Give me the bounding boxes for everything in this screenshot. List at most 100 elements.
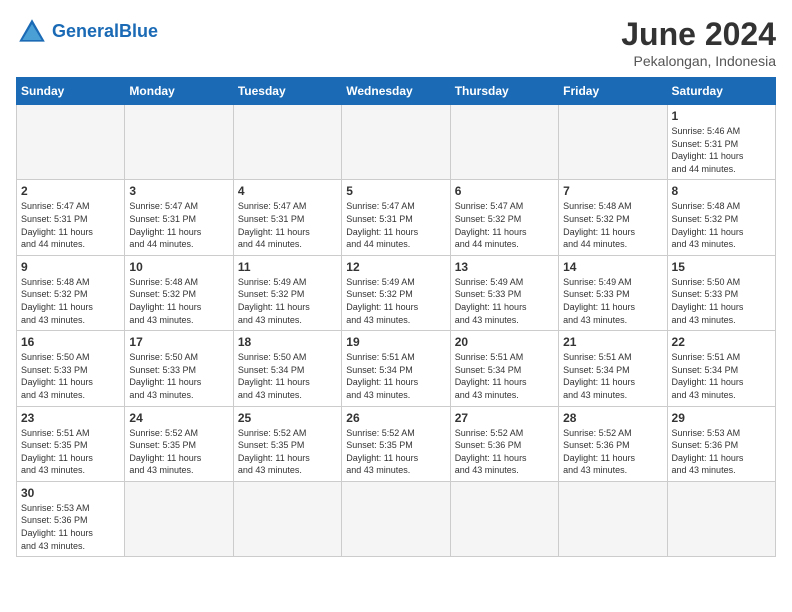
- day-number: 6: [455, 184, 554, 198]
- calendar-cell: [125, 481, 233, 556]
- weekday-row: SundayMondayTuesdayWednesdayThursdayFrid…: [17, 78, 776, 105]
- day-info: Sunrise: 5:48 AM Sunset: 5:32 PM Dayligh…: [563, 200, 662, 250]
- calendar-cell: [233, 481, 341, 556]
- week-row: 9 Sunrise: 5:48 AM Sunset: 5:32 PM Daylig…: [17, 255, 776, 330]
- calendar-cell: 14 Sunrise: 5:49 AM Sunset: 5:33 PM Dayli…: [559, 255, 667, 330]
- calendar-cell: [17, 105, 125, 180]
- calendar-cell: 22 Sunrise: 5:51 AM Sunset: 5:34 PM Dayli…: [667, 331, 775, 406]
- calendar-cell: 8Sunrise: 5:48 AM Sunset: 5:32 PM Daylig…: [667, 180, 775, 255]
- week-row: 16 Sunrise: 5:50 AM Sunset: 5:33 PM Dayli…: [17, 331, 776, 406]
- day-number: 13: [455, 260, 554, 274]
- calendar-cell: 23 Sunrise: 5:51 AM Sunset: 5:35 PM Dayli…: [17, 406, 125, 481]
- day-info: Sunrise: 5:51 AM Sunset: 5:34 PM Dayligh…: [672, 351, 771, 401]
- day-info: Sunrise: 5:47 AM Sunset: 5:31 PM Dayligh…: [21, 200, 120, 250]
- day-number: 16: [21, 335, 120, 349]
- day-info: Sunrise: 5:47 AM Sunset: 5:32 PM Dayligh…: [455, 200, 554, 250]
- day-number: 9: [21, 260, 120, 274]
- logo-blue: Blue: [119, 21, 158, 41]
- calendar-cell: 3Sunrise: 5:47 AM Sunset: 5:31 PM Daylig…: [125, 180, 233, 255]
- day-info: Sunrise: 5:49 AM Sunset: 5:32 PM Dayligh…: [238, 276, 337, 326]
- weekday-header: Tuesday: [233, 78, 341, 105]
- day-info: Sunrise: 5:52 AM Sunset: 5:35 PM Dayligh…: [238, 427, 337, 477]
- day-info: Sunrise: 5:48 AM Sunset: 5:32 PM Dayligh…: [21, 276, 120, 326]
- day-number: 7: [563, 184, 662, 198]
- day-info: Sunrise: 5:51 AM Sunset: 5:34 PM Dayligh…: [563, 351, 662, 401]
- calendar-cell: [342, 481, 450, 556]
- day-number: 5: [346, 184, 445, 198]
- day-number: 10: [129, 260, 228, 274]
- calendar-cell: [342, 105, 450, 180]
- day-number: 14: [563, 260, 662, 274]
- day-number: 25: [238, 411, 337, 425]
- logo-icon: [16, 16, 48, 48]
- calendar-cell: 7 Sunrise: 5:48 AM Sunset: 5:32 PM Daylig…: [559, 180, 667, 255]
- day-number: 4: [238, 184, 337, 198]
- week-row: 23 Sunrise: 5:51 AM Sunset: 5:35 PM Dayli…: [17, 406, 776, 481]
- calendar-cell: 27Sunrise: 5:52 AM Sunset: 5:36 PM Dayli…: [450, 406, 558, 481]
- day-number: 15: [672, 260, 771, 274]
- calendar-cell: 19Sunrise: 5:51 AM Sunset: 5:34 PM Dayli…: [342, 331, 450, 406]
- calendar-cell: 28Sunrise: 5:52 AM Sunset: 5:36 PM Dayli…: [559, 406, 667, 481]
- day-number: 23: [21, 411, 120, 425]
- calendar-title: June 2024: [621, 16, 776, 53]
- day-number: 26: [346, 411, 445, 425]
- logo-general: General: [52, 21, 119, 41]
- day-info: Sunrise: 5:47 AM Sunset: 5:31 PM Dayligh…: [346, 200, 445, 250]
- day-info: Sunrise: 5:49 AM Sunset: 5:33 PM Dayligh…: [455, 276, 554, 326]
- day-info: Sunrise: 5:48 AM Sunset: 5:32 PM Dayligh…: [129, 276, 228, 326]
- title-block: June 2024 Pekalongan, Indonesia: [621, 16, 776, 69]
- day-number: 3: [129, 184, 228, 198]
- calendar-cell: 13 Sunrise: 5:49 AM Sunset: 5:33 PM Dayli…: [450, 255, 558, 330]
- day-number: 17: [129, 335, 228, 349]
- day-info: Sunrise: 5:49 AM Sunset: 5:33 PM Dayligh…: [563, 276, 662, 326]
- calendar-cell: 6 Sunrise: 5:47 AM Sunset: 5:32 PM Daylig…: [450, 180, 558, 255]
- day-info: Sunrise: 5:51 AM Sunset: 5:34 PM Dayligh…: [346, 351, 445, 401]
- day-info: Sunrise: 5:46 AM Sunset: 5:31 PM Dayligh…: [672, 125, 771, 175]
- week-row: 1 Sunrise: 5:46 AM Sunset: 5:31 PM Daylig…: [17, 105, 776, 180]
- calendar-cell: 29Sunrise: 5:53 AM Sunset: 5:36 PM Dayli…: [667, 406, 775, 481]
- day-number: 18: [238, 335, 337, 349]
- day-number: 12: [346, 260, 445, 274]
- day-number: 27: [455, 411, 554, 425]
- day-info: Sunrise: 5:51 AM Sunset: 5:34 PM Dayligh…: [455, 351, 554, 401]
- calendar-cell: 30 Sunrise: 5:53 AM Sunset: 5:36 PM Dayli…: [17, 481, 125, 556]
- day-number: 30: [21, 486, 120, 500]
- calendar-subtitle: Pekalongan, Indonesia: [621, 53, 776, 69]
- week-row: 30 Sunrise: 5:53 AM Sunset: 5:36 PM Dayli…: [17, 481, 776, 556]
- calendar-cell: 24Sunrise: 5:52 AM Sunset: 5:35 PM Dayli…: [125, 406, 233, 481]
- day-info: Sunrise: 5:50 AM Sunset: 5:33 PM Dayligh…: [672, 276, 771, 326]
- calendar-table: SundayMondayTuesdayWednesdayThursdayFrid…: [16, 77, 776, 557]
- day-number: 22: [672, 335, 771, 349]
- calendar-cell: 26 Sunrise: 5:52 AM Sunset: 5:35 PM Dayli…: [342, 406, 450, 481]
- day-info: Sunrise: 5:49 AM Sunset: 5:32 PM Dayligh…: [346, 276, 445, 326]
- weekday-header: Monday: [125, 78, 233, 105]
- day-number: 1: [672, 109, 771, 123]
- calendar-cell: 18 Sunrise: 5:50 AM Sunset: 5:34 PM Dayli…: [233, 331, 341, 406]
- day-info: Sunrise: 5:50 AM Sunset: 5:33 PM Dayligh…: [21, 351, 120, 401]
- day-info: Sunrise: 5:51 AM Sunset: 5:35 PM Dayligh…: [21, 427, 120, 477]
- calendar-cell: [233, 105, 341, 180]
- calendar-cell: 5 Sunrise: 5:47 AM Sunset: 5:31 PM Daylig…: [342, 180, 450, 255]
- weekday-header: Thursday: [450, 78, 558, 105]
- calendar-cell: 12 Sunrise: 5:49 AM Sunset: 5:32 PM Dayli…: [342, 255, 450, 330]
- day-info: Sunrise: 5:50 AM Sunset: 5:34 PM Dayligh…: [238, 351, 337, 401]
- calendar-body: 1 Sunrise: 5:46 AM Sunset: 5:31 PM Daylig…: [17, 105, 776, 557]
- calendar-cell: 16 Sunrise: 5:50 AM Sunset: 5:33 PM Dayli…: [17, 331, 125, 406]
- calendar-cell: 17 Sunrise: 5:50 AM Sunset: 5:33 PM Dayli…: [125, 331, 233, 406]
- calendar-cell: 21Sunrise: 5:51 AM Sunset: 5:34 PM Dayli…: [559, 331, 667, 406]
- day-info: Sunrise: 5:52 AM Sunset: 5:35 PM Dayligh…: [346, 427, 445, 477]
- calendar-cell: 10 Sunrise: 5:48 AM Sunset: 5:32 PM Dayli…: [125, 255, 233, 330]
- day-info: Sunrise: 5:53 AM Sunset: 5:36 PM Dayligh…: [21, 502, 120, 552]
- day-info: Sunrise: 5:50 AM Sunset: 5:33 PM Dayligh…: [129, 351, 228, 401]
- week-row: 2Sunrise: 5:47 AM Sunset: 5:31 PM Daylig…: [17, 180, 776, 255]
- calendar-cell: 1 Sunrise: 5:46 AM Sunset: 5:31 PM Daylig…: [667, 105, 775, 180]
- calendar-cell: [450, 105, 558, 180]
- calendar-cell: [450, 481, 558, 556]
- day-number: 29: [672, 411, 771, 425]
- weekday-header: Friday: [559, 78, 667, 105]
- logo-text: GeneralBlue: [52, 22, 158, 42]
- calendar-cell: 15 Sunrise: 5:50 AM Sunset: 5:33 PM Dayli…: [667, 255, 775, 330]
- calendar-cell: [559, 105, 667, 180]
- day-number: 11: [238, 260, 337, 274]
- logo: GeneralBlue: [16, 16, 158, 48]
